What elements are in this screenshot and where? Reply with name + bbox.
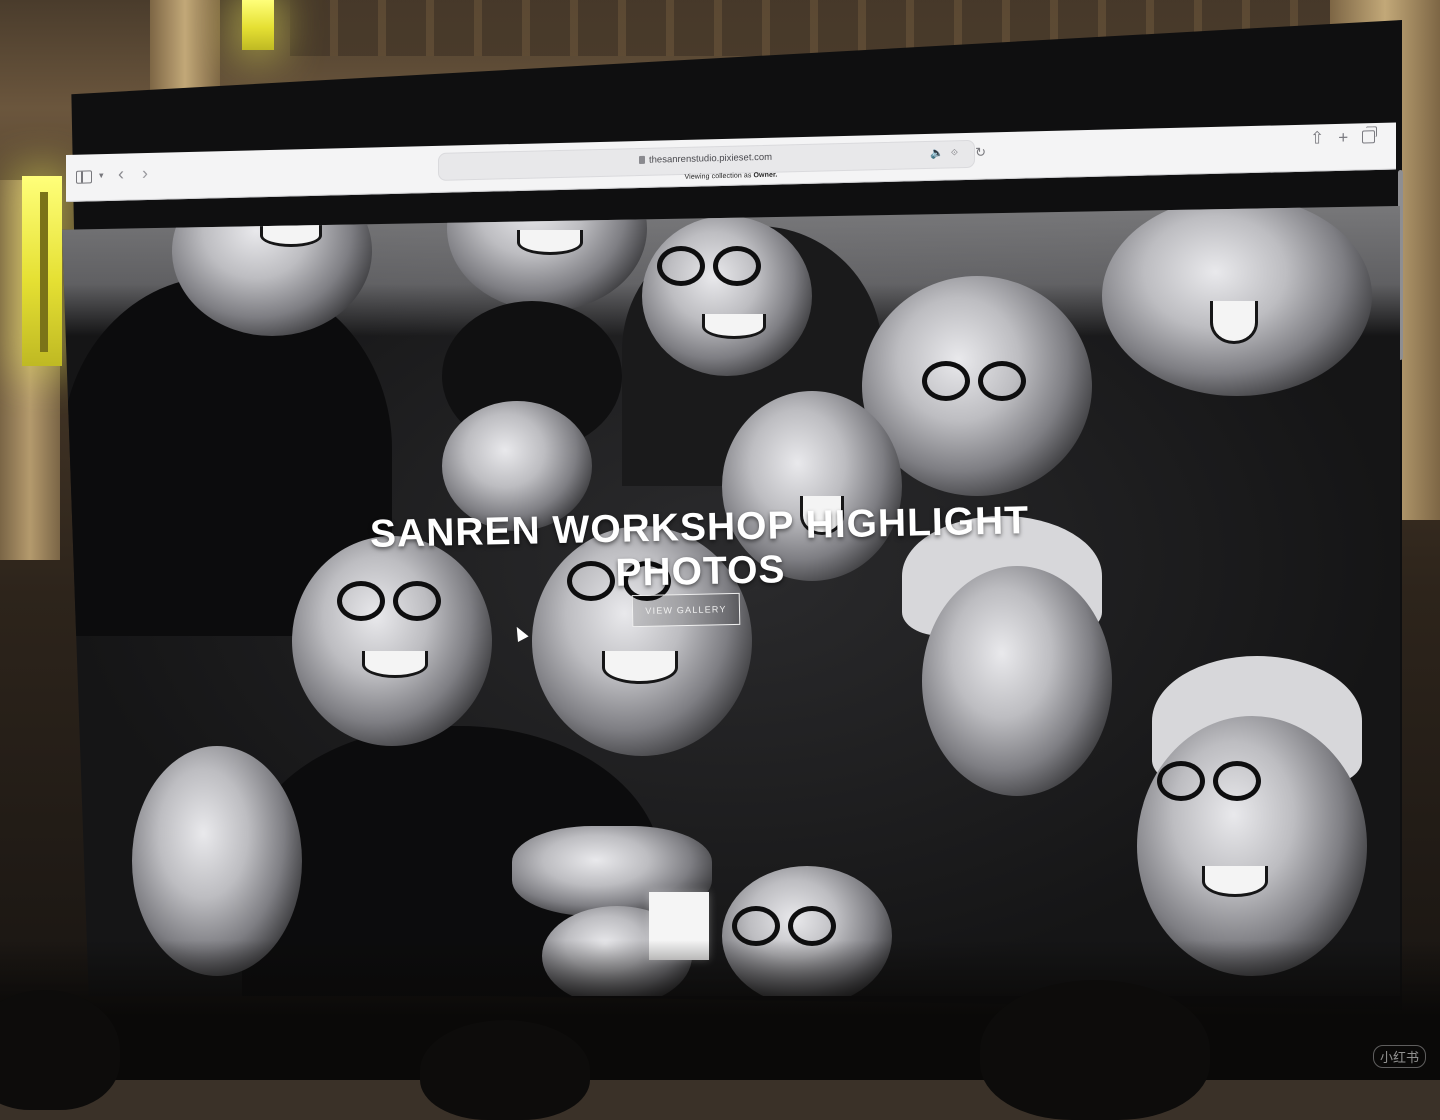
person-glasses bbox=[922, 361, 1026, 401]
chevron-left-icon[interactable]: ‹ bbox=[118, 164, 124, 185]
person-face bbox=[642, 216, 812, 376]
sidebar-toggle-icon[interactable] bbox=[76, 170, 92, 184]
hero-cover-photo: SANREN WORKSHOP HIGHLIGHT PHOTOS VIEW GA… bbox=[62, 206, 1400, 996]
share-icon[interactable]: ⇧ bbox=[1310, 128, 1324, 148]
person-smile bbox=[702, 314, 766, 339]
person-glasses bbox=[1157, 761, 1261, 801]
url-text[interactable]: thesanrenstudio.pixieset.com bbox=[649, 152, 772, 166]
mouse-cursor-icon bbox=[511, 624, 529, 642]
person-face bbox=[1137, 716, 1367, 976]
person-smile bbox=[260, 224, 322, 247]
audience-foreground bbox=[0, 940, 1440, 1120]
banner-prefix: Viewing collection as bbox=[684, 172, 752, 181]
speaker-icon[interactable]: 🔈 bbox=[930, 147, 944, 160]
person-smile bbox=[602, 651, 678, 684]
person-glasses bbox=[657, 246, 761, 286]
gallery-title: SANREN WORKSHOP HIGHLIGHT PHOTOS bbox=[369, 499, 1030, 595]
chevron-down-icon[interactable]: ▾ bbox=[99, 170, 104, 181]
audience-head bbox=[0, 990, 120, 1110]
wall-lamp bbox=[22, 176, 62, 366]
translate-icon[interactable]: ⟐ bbox=[951, 147, 958, 158]
tabs-overview-icon[interactable] bbox=[1362, 130, 1376, 144]
person-smile bbox=[1210, 301, 1258, 344]
reload-icon[interactable]: ↻ bbox=[975, 145, 986, 161]
banner-role: Owner. bbox=[753, 171, 778, 180]
audience-head bbox=[420, 1020, 590, 1120]
view-gallery-button[interactable]: VIEW GALLERY bbox=[631, 592, 741, 628]
plus-icon[interactable]: + bbox=[1338, 128, 1348, 148]
wall-lamp bbox=[242, 0, 274, 50]
person-smile bbox=[1202, 866, 1268, 897]
person-face bbox=[922, 566, 1112, 796]
chevron-right-icon[interactable]: › bbox=[142, 163, 148, 184]
toolbar-actions: ⇧ + bbox=[1310, 127, 1376, 149]
lock-icon bbox=[639, 155, 645, 164]
watermark-logo: 小红书 bbox=[1372, 1045, 1426, 1068]
person-smile bbox=[362, 651, 428, 678]
person-smile bbox=[517, 230, 583, 255]
audience-head bbox=[980, 980, 1210, 1120]
